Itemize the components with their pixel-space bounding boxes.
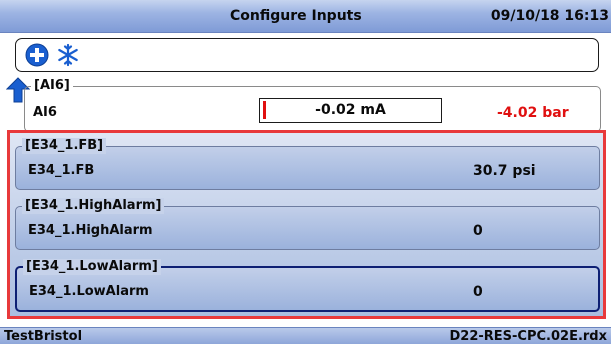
e34-lowalarm-group[interactable]: [E34_1.LowAlarm] E34_1.LowAlarm 0 [15, 259, 600, 312]
e34-lowalarm-row-label: E34_1.LowAlarm [29, 284, 149, 299]
e34-highalarm-value: 0 [473, 223, 483, 239]
device-name: TestBristol [4, 329, 83, 344]
ai6-raw-value: -0.02 mA [315, 102, 386, 118]
plus-circle-icon[interactable] [24, 42, 50, 68]
e34-fb-group-label: [E34_1.FB] [22, 138, 107, 154]
e34-highalarm-group-label: [E34_1.HighAlarm] [22, 198, 165, 214]
ai6-raw-value-field[interactable]: -0.02 mA [259, 98, 442, 123]
status-bar: TestBristol D22-RES-CPC.02E.rdx [0, 327, 611, 344]
ai6-level-bar [263, 101, 266, 119]
config-file-name: D22-RES-CPC.02E.rdx [449, 329, 608, 344]
e34-lowalarm-value: 0 [473, 284, 483, 300]
page-title: Configure Inputs [230, 8, 362, 24]
ai6-group-label: [AI6] [31, 78, 73, 94]
e34-fb-group[interactable]: [E34_1.FB] E34_1.FB 30.7 psi [15, 138, 600, 190]
e34-highalarm-group[interactable]: [E34_1.HighAlarm] E34_1.HighAlarm 0 [15, 198, 600, 250]
e34-fb-value: 30.7 psi [473, 163, 536, 179]
ai6-row-label: AI6 [33, 105, 57, 120]
ai6-scaled-value: -4.02 bar [497, 105, 569, 121]
ai6-group: [AI6] AI6 -0.02 mA -4.02 bar [24, 78, 601, 132]
e34-fb-row-label: E34_1.FB [28, 163, 95, 178]
e34-highalarm-row-label: E34_1.HighAlarm [28, 223, 153, 238]
date-time: 09/10/18 16:13 [490, 8, 609, 24]
title-bar: Configure Inputs 09/10/18 16:13 [0, 0, 611, 33]
e34-lowalarm-group-label: [E34_1.LowAlarm] [23, 259, 161, 275]
toolbar [15, 38, 599, 72]
snowflake-icon[interactable] [55, 42, 81, 68]
